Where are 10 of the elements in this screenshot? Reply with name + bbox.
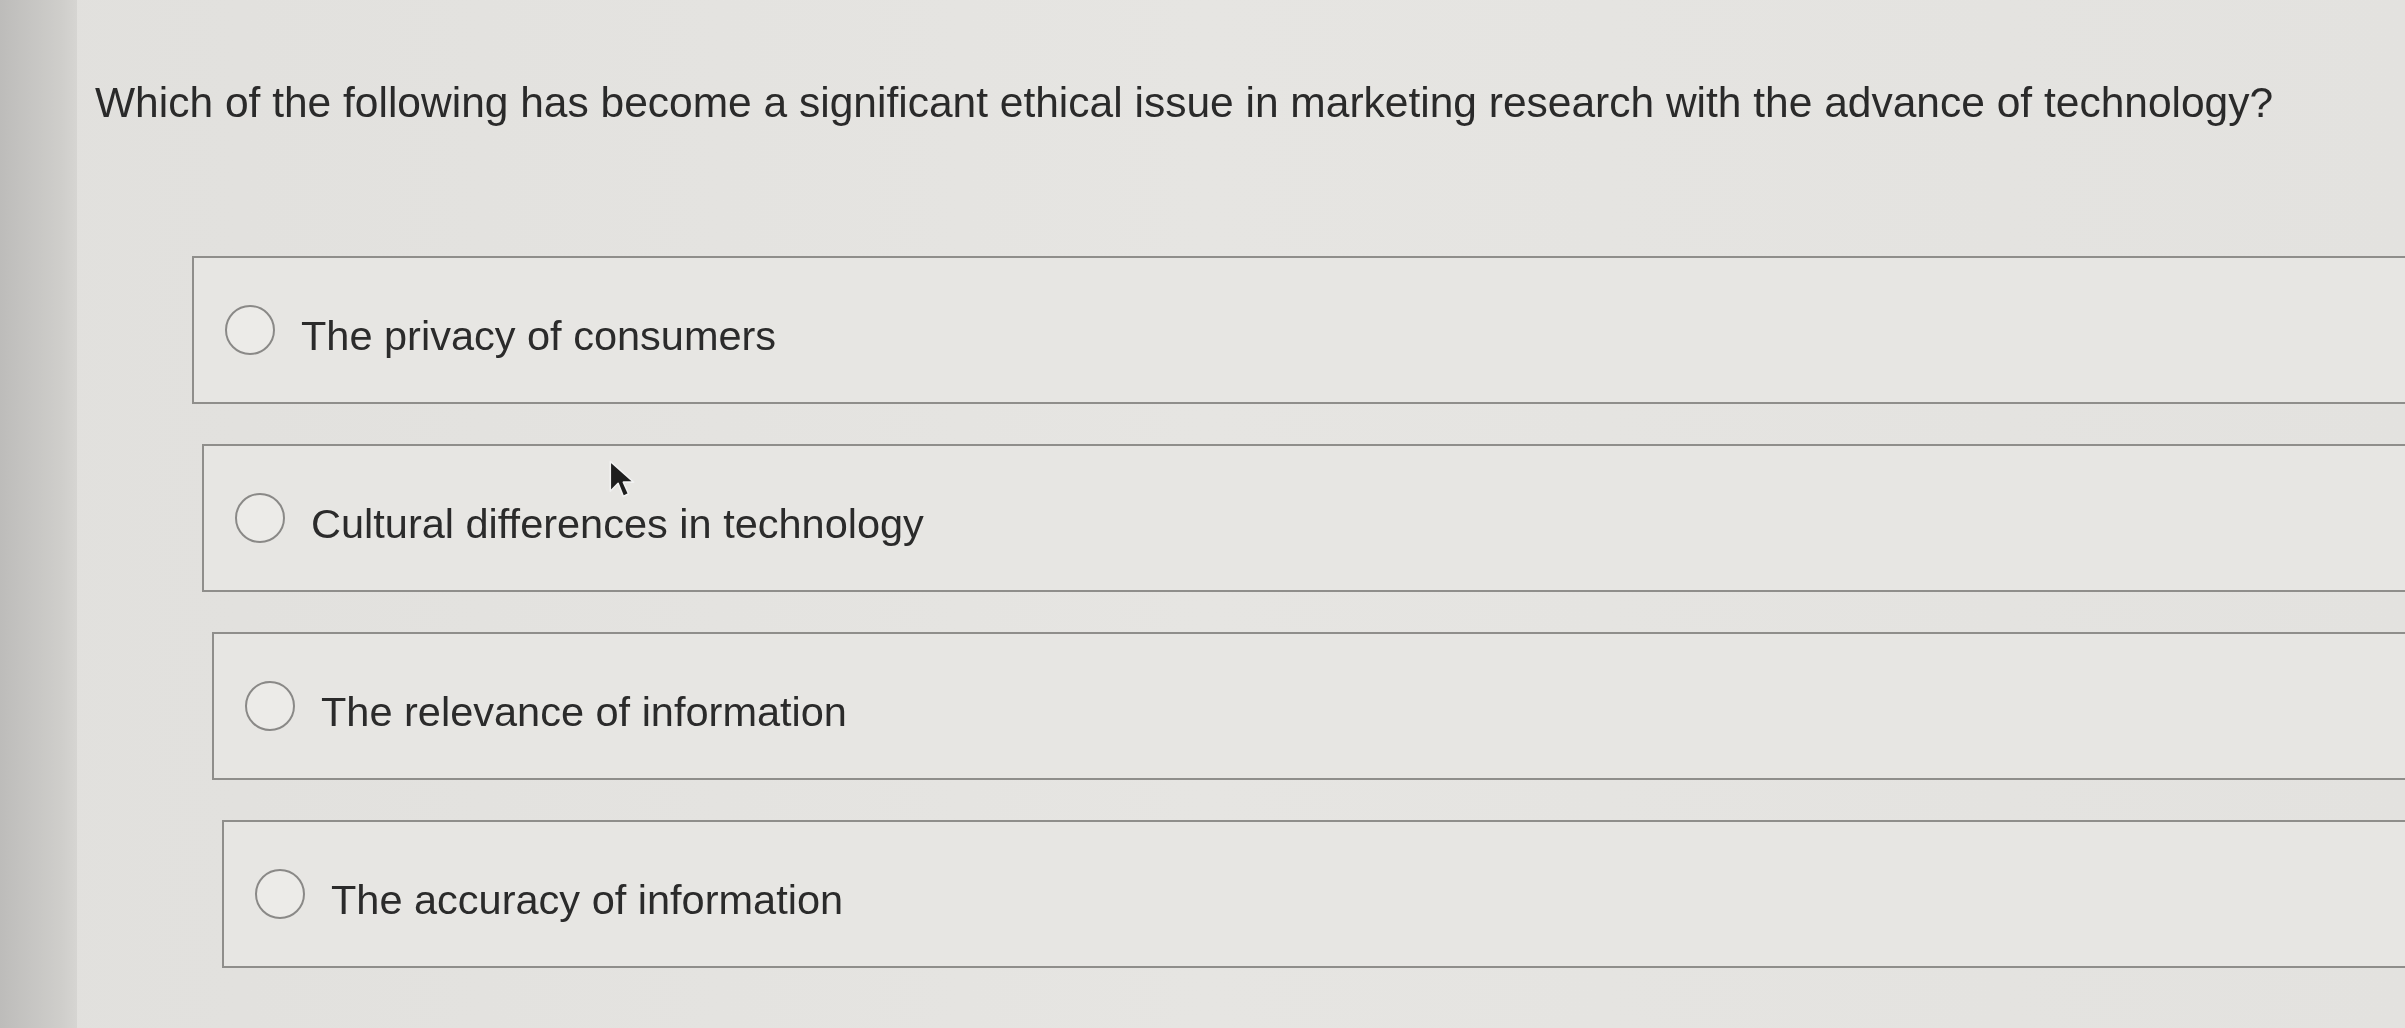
option-label: The accuracy of information (331, 879, 844, 921)
radio-button[interactable] (225, 305, 275, 355)
radio-button[interactable] (245, 681, 295, 731)
option-label: Cultural differences in technology (311, 503, 924, 545)
mouse-pointer-icon (609, 460, 635, 499)
radio-button[interactable] (235, 493, 285, 543)
option-label: The privacy of consumers (301, 315, 777, 357)
option-label: The relevance of information (321, 691, 847, 733)
question-text: Which of the following has become a significant ethical issue in marketing research with the advance of technology? (95, 78, 2274, 128)
radio-button[interactable] (255, 869, 305, 919)
